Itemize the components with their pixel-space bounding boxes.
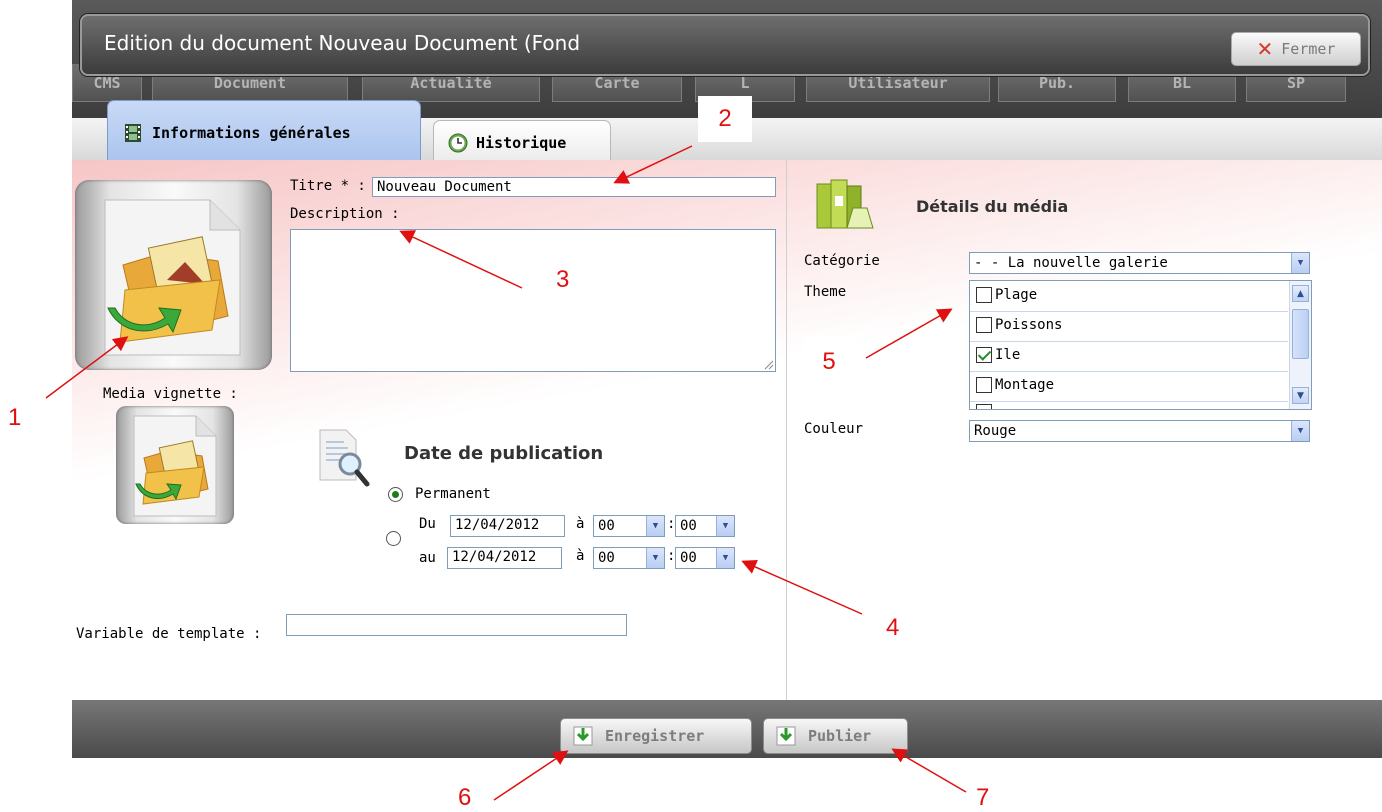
callout-3: 3: [556, 266, 570, 293]
callout-7: 7: [976, 784, 990, 811]
callout-1: 1: [8, 404, 22, 431]
callout-2: 2: [698, 96, 752, 142]
callout-5: 5: [803, 336, 855, 388]
annotation-arrows: [45, 145, 967, 801]
callout-4: 4: [886, 614, 900, 641]
callout-6: 6: [458, 784, 472, 811]
